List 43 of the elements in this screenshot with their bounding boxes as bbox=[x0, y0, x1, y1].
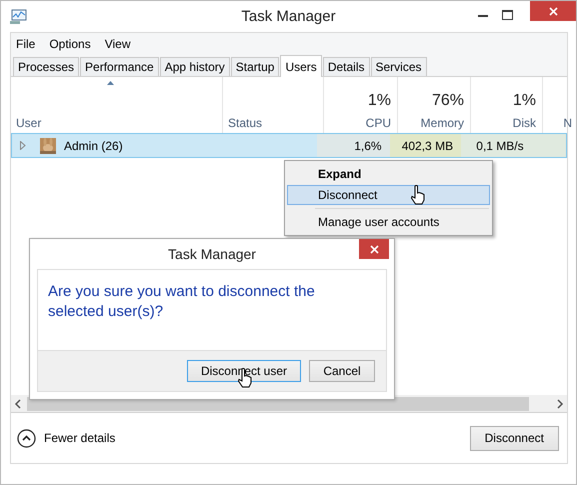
monitor-icon bbox=[9, 9, 27, 25]
table-cell: 402,3 MB bbox=[390, 134, 462, 157]
column-percent: 76% bbox=[432, 92, 464, 110]
minimize-icon[interactable] bbox=[478, 15, 488, 18]
column-label: Memory bbox=[420, 116, 464, 130]
tab[interactable]: App history bbox=[160, 57, 230, 76]
dialog-button[interactable]: Cancel bbox=[309, 360, 375, 382]
dialog-title: Task Manager bbox=[167, 246, 257, 262]
table-cell: 0,1 MB/s bbox=[461, 134, 532, 157]
window-title: Task Manager bbox=[240, 8, 337, 25]
collapse-up-icon[interactable] bbox=[17, 428, 36, 448]
menu-item[interactable]: View bbox=[104, 37, 130, 51]
dialog-message: Are you sure you want to disconnect the selected user(s)? bbox=[47, 282, 316, 322]
context-menu-item[interactable]: Disconnect bbox=[287, 185, 490, 205]
context-menu-item[interactable]: Expand bbox=[287, 164, 490, 184]
tab[interactable]: Performance bbox=[80, 57, 159, 76]
table-cell: 1,6% bbox=[317, 134, 390, 157]
column-label: User bbox=[16, 116, 42, 130]
expand-arrow-icon[interactable] bbox=[20, 141, 26, 150]
disconnect-button[interactable]: Disconnect bbox=[470, 426, 559, 450]
column-label: CPU bbox=[366, 116, 391, 130]
tab[interactable]: Details bbox=[322, 57, 370, 76]
column-label: Disk bbox=[512, 116, 536, 130]
column-percent: 1% bbox=[512, 92, 536, 110]
maximize-icon[interactable] bbox=[502, 10, 513, 20]
tab[interactable]: Users bbox=[280, 55, 322, 77]
menu-item[interactable]: Options bbox=[49, 37, 91, 51]
close-button[interactable] bbox=[530, 1, 576, 21]
tab[interactable]: Processes bbox=[13, 57, 80, 76]
user-name: Admin (26) bbox=[64, 138, 123, 152]
close-icon bbox=[548, 6, 558, 16]
close-button[interactable] bbox=[359, 239, 389, 259]
tab[interactable]: Services bbox=[370, 57, 427, 76]
column-percent: 1% bbox=[368, 92, 391, 110]
user-row[interactable]: Admin (26) 1,6% 402,3 MB 0,1 MB/s bbox=[11, 133, 567, 158]
tab[interactable]: Startup bbox=[230, 57, 280, 76]
fewer-details-link[interactable]: Fewer details bbox=[44, 431, 116, 445]
menu-item[interactable]: File bbox=[16, 37, 36, 51]
column-label: N bbox=[563, 116, 572, 130]
column-label: Status bbox=[228, 116, 262, 130]
column-header[interactable]: N bbox=[543, 77, 576, 133]
close-icon bbox=[370, 244, 378, 254]
hand-cursor-icon bbox=[410, 185, 426, 205]
